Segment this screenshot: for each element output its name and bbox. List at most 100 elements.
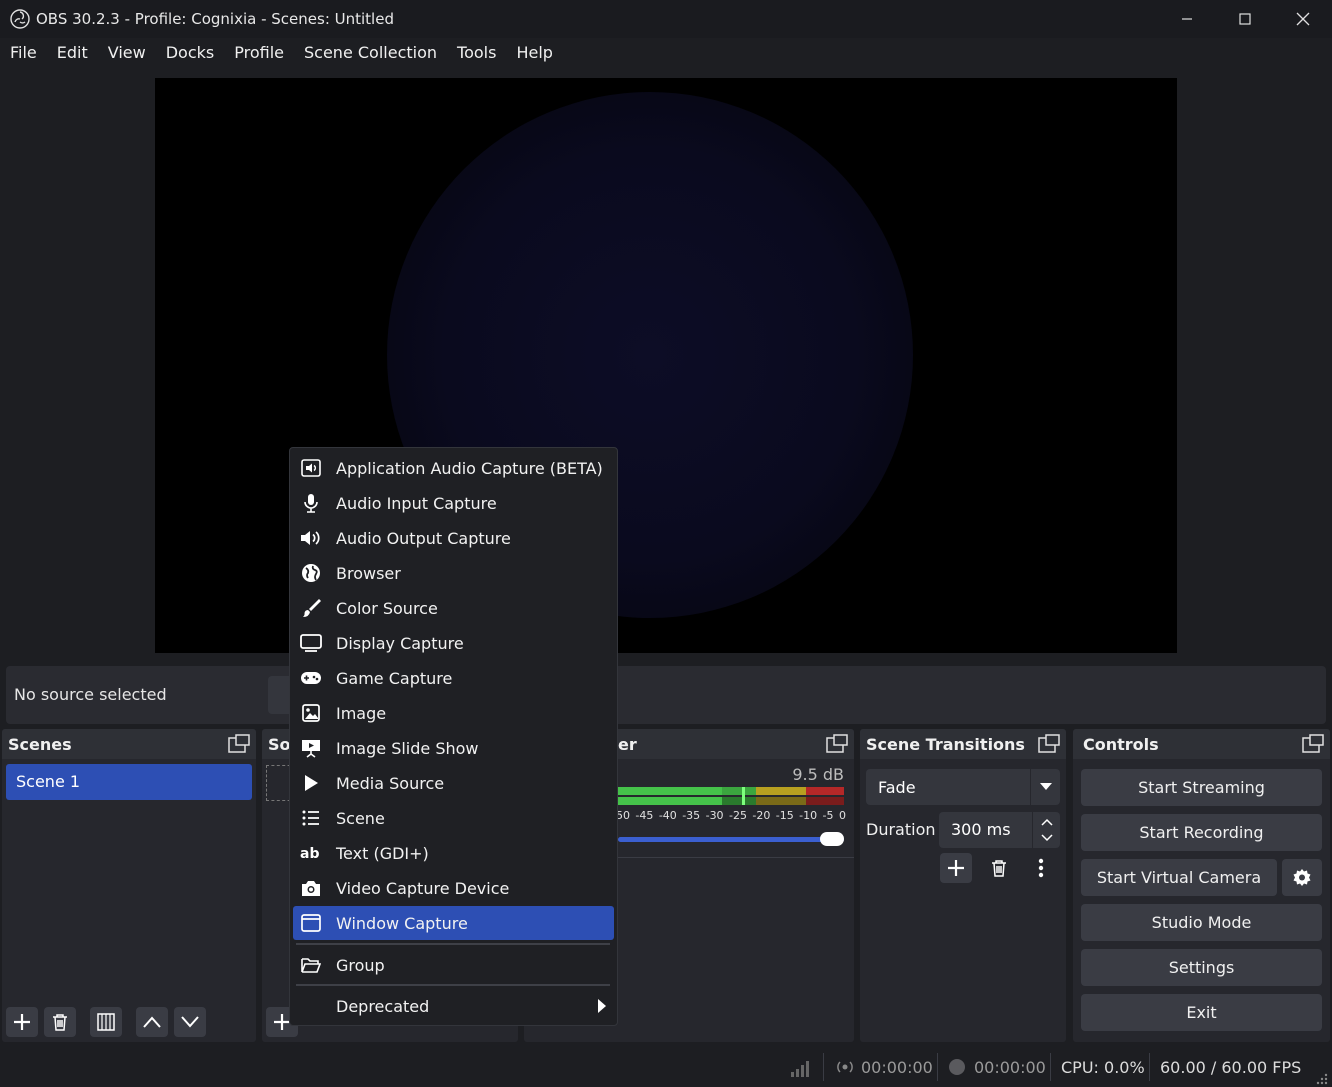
camera-icon <box>302 881 320 896</box>
menu-item-browser[interactable]: Browser <box>293 556 614 590</box>
menu-item-game-capture[interactable]: Game Capture <box>293 661 614 695</box>
menu-edit[interactable]: Edit <box>47 38 98 68</box>
menu-item-deprecated[interactable]: Deprecated <box>293 989 614 1023</box>
meter-scale: 50 -45 -40 -35 -30 -25 -20 -15 -10 -5 0 <box>616 809 846 822</box>
menu-item-display-capture[interactable]: Display Capture <box>293 626 614 660</box>
volume-slider-handle[interactable] <box>820 832 844 846</box>
menu-item-label: Audio Output Capture <box>336 528 511 548</box>
folder-icon <box>301 958 321 973</box>
scenes-toolbar <box>2 1002 256 1042</box>
preview-area <box>6 68 1326 660</box>
start-virtual-camera-button[interactable]: Start Virtual Camera <box>1081 859 1277 896</box>
menu-item-label: Video Capture Device <box>336 878 510 898</box>
gear-icon <box>1293 868 1311 886</box>
menu-item-label: Text (GDI+) <box>336 843 429 863</box>
volume-slider[interactable] <box>618 837 844 842</box>
image-icon <box>302 704 320 722</box>
close-button[interactable] <box>1274 0 1332 38</box>
remove-scene-button[interactable] <box>44 1007 76 1037</box>
fps-readout: 60.00 / 60.00 FPS <box>1160 1057 1302 1077</box>
text-icon: ab <box>300 846 319 861</box>
more-vertical-icon <box>1038 858 1044 878</box>
menu-item-label: Display Capture <box>336 633 464 653</box>
move-scene-down-button[interactable] <box>174 1007 206 1037</box>
virtual-camera-settings-button[interactable] <box>1282 859 1322 896</box>
transition-select-value: Fade <box>878 777 916 797</box>
menu-item-label: Group <box>336 955 385 975</box>
plus-icon <box>948 860 964 876</box>
menu-item-group[interactable]: Group <box>293 948 614 982</box>
menu-view[interactable]: View <box>98 38 156 68</box>
meter-tick: 0 <box>838 809 846 822</box>
menu-item-audio-input-capture[interactable]: Audio Input Capture <box>293 486 614 520</box>
undock-icon[interactable] <box>228 734 250 754</box>
add-source-menu: Application Audio Capture (BETA) Audio I… <box>289 447 618 1026</box>
scene-list-item[interactable]: Scene 1 <box>6 764 252 800</box>
menu-item-scene[interactable]: Scene <box>293 801 614 835</box>
duration-spinner[interactable] <box>1032 812 1060 848</box>
spinner-arrows-icon <box>1041 818 1053 842</box>
menu-tools[interactable]: Tools <box>447 38 506 68</box>
settings-button[interactable]: Settings <box>1081 949 1322 986</box>
add-transition-button[interactable] <box>940 853 972 883</box>
start-streaming-button[interactable]: Start Streaming <box>1081 769 1322 806</box>
menu-item-label: Application Audio Capture (BETA) <box>336 458 603 478</box>
menu-bar: File Edit View Docks Profile Scene Colle… <box>0 38 1332 68</box>
plus-icon <box>14 1014 30 1030</box>
title-bar: OBS 30.2.3 - Profile: Cognixia - Scenes:… <box>0 0 1332 38</box>
menu-item-image[interactable]: Image <box>293 696 614 730</box>
dock-title: er <box>618 734 637 754</box>
gamepad-icon <box>301 672 321 684</box>
dock-title: Scene Transitions <box>866 734 1025 754</box>
menu-profile[interactable]: Profile <box>224 38 294 68</box>
undock-icon[interactable] <box>826 734 848 754</box>
undock-icon[interactable] <box>1302 734 1324 754</box>
scene-transitions-dock: Scene Transitions Fade Duration 300 ms <box>860 729 1066 1042</box>
record-time: 00:00:00 <box>974 1057 1046 1077</box>
menu-help[interactable]: Help <box>506 38 562 68</box>
menu-item-application-audio-capture[interactable]: Application Audio Capture (BETA) <box>293 451 614 485</box>
duration-spinbox[interactable]: 300 ms <box>939 812 1060 848</box>
controls-dock-header: Controls <box>1073 729 1330 759</box>
filter-icon <box>97 1013 115 1031</box>
remove-transition-button[interactable] <box>984 853 1014 883</box>
scene-filters-button[interactable] <box>90 1007 122 1037</box>
menu-item-audio-output-capture[interactable]: Audio Output Capture <box>293 521 614 555</box>
svg-text:ab: ab <box>300 846 319 861</box>
menu-separator <box>296 943 610 945</box>
menu-docks[interactable]: Docks <box>156 38 225 68</box>
start-recording-button[interactable]: Start Recording <box>1081 814 1322 851</box>
caret-down-icon <box>1039 783 1052 790</box>
menu-item-color-source[interactable]: Color Source <box>293 591 614 625</box>
menu-item-media-source[interactable]: Media Source <box>293 766 614 800</box>
menu-item-label: Deprecated <box>336 996 430 1016</box>
transition-properties-button[interactable] <box>1026 853 1056 883</box>
menu-item-icon-placeholder <box>296 989 326 1023</box>
status-bar: 00:00:00 00:00:00 CPU: 0.0% 60.00 / 60.0… <box>0 1047 1332 1087</box>
exit-button[interactable]: Exit <box>1081 994 1322 1031</box>
menu-file[interactable]: File <box>0 38 47 68</box>
divider <box>1149 1053 1150 1081</box>
menu-item-window-capture[interactable]: Window Capture <box>293 906 614 940</box>
resize-grip-icon[interactable] <box>1316 1073 1328 1085</box>
dropdown-arrow[interactable] <box>1030 769 1060 805</box>
transition-select[interactable]: Fade <box>866 769 1060 805</box>
audio-level-readout: 9.5 dB <box>792 765 844 784</box>
trash-icon <box>53 1014 67 1031</box>
minimize-button[interactable] <box>1158 0 1216 38</box>
meter-tick: -40 <box>658 809 677 822</box>
menu-scene-collection[interactable]: Scene Collection <box>294 38 447 68</box>
meter-tick: -35 <box>682 809 701 822</box>
undock-icon[interactable] <box>1038 734 1060 754</box>
menu-item-label: Media Source <box>336 773 445 793</box>
menu-item-video-capture-device[interactable]: Video Capture Device <box>293 871 614 905</box>
scenes-dock-header: Scenes <box>2 729 256 759</box>
add-scene-button[interactable] <box>6 1007 38 1037</box>
move-scene-up-button[interactable] <box>136 1007 168 1037</box>
menu-item-image-slide-show[interactable]: Image Slide Show <box>293 731 614 765</box>
menu-item-text-gdi[interactable]: ab Text (GDI+) <box>293 836 614 870</box>
obs-logo-icon <box>10 9 30 29</box>
list-icon <box>302 810 319 826</box>
studio-mode-button[interactable]: Studio Mode <box>1081 904 1322 941</box>
maximize-button[interactable] <box>1216 0 1274 38</box>
